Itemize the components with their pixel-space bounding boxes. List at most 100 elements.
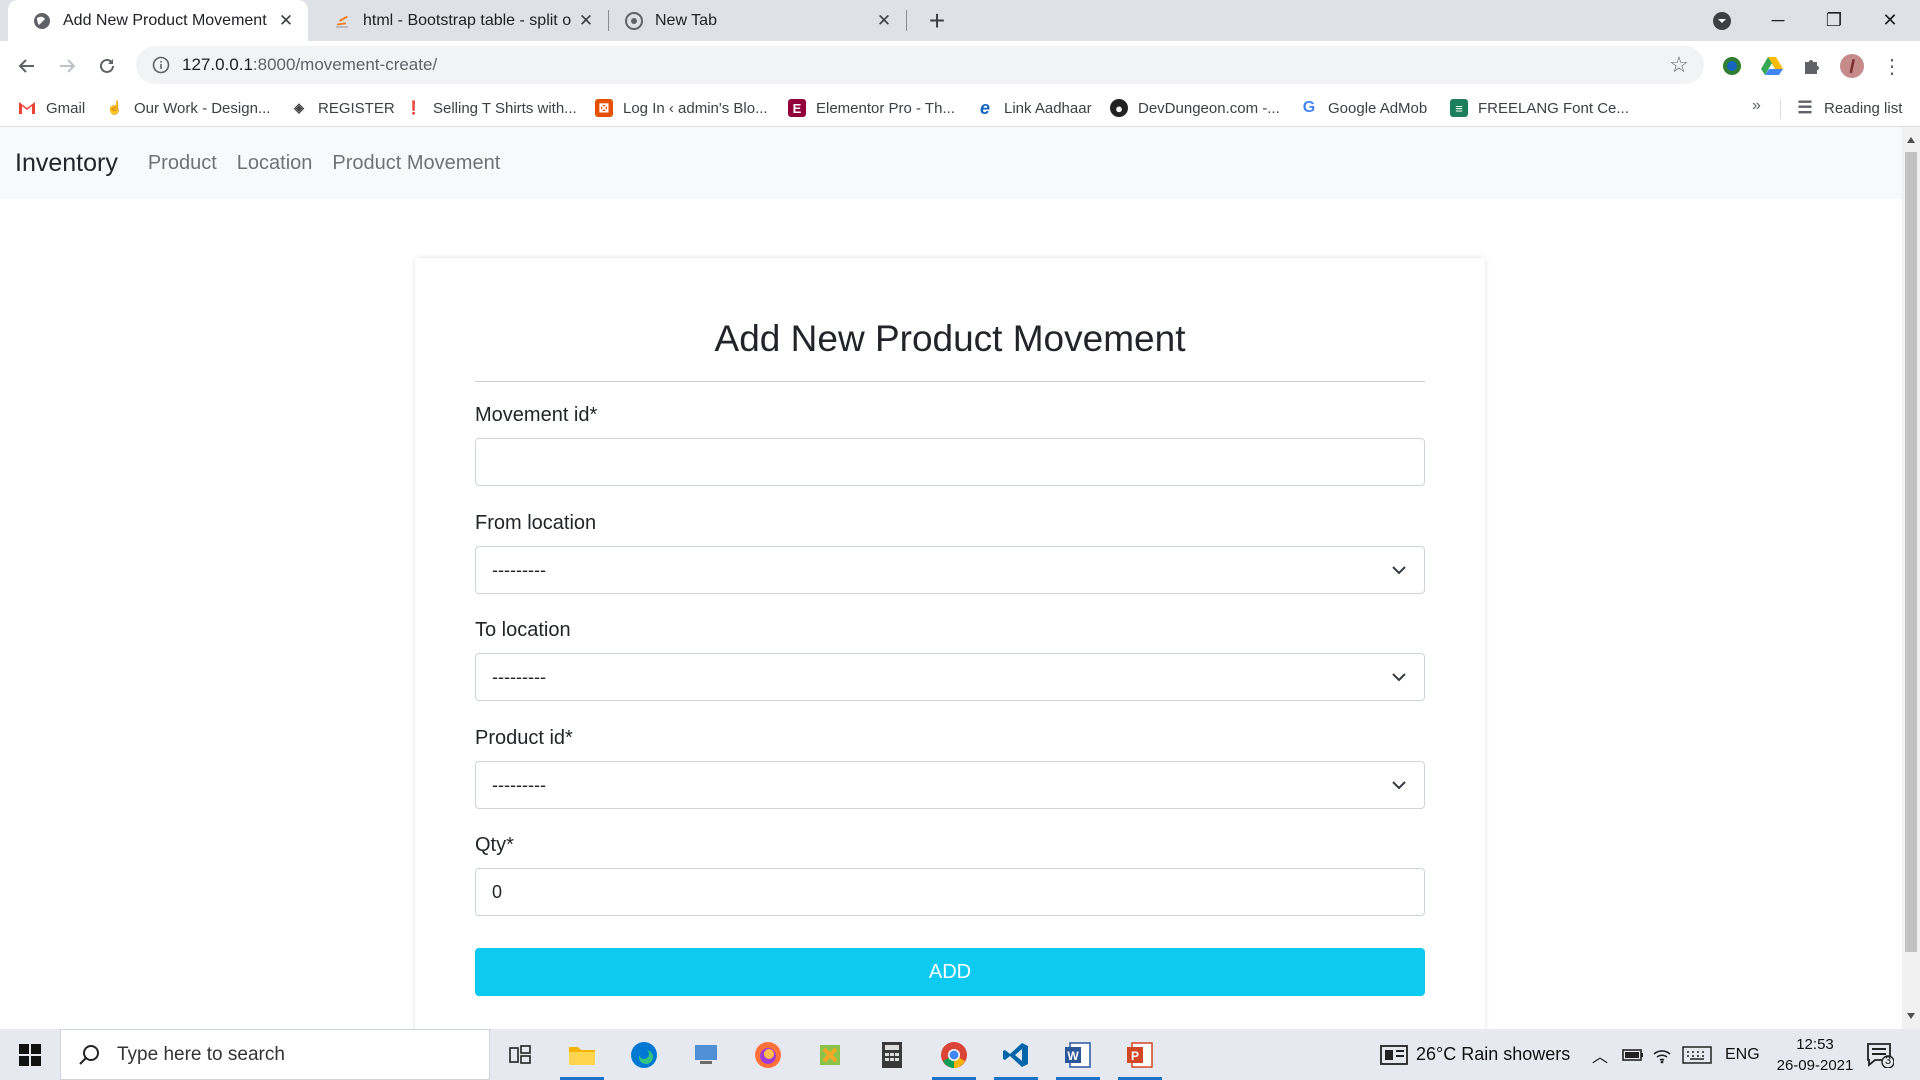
- more-bookmarks-button[interactable]: »: [1752, 97, 1761, 115]
- tab-bootstrap-table[interactable]: html - Bootstrap table - split one ✕: [308, 0, 608, 41]
- chrome-menu-icon[interactable]: ⋮: [1879, 53, 1905, 79]
- scroll-up-arrow[interactable]: [1907, 137, 1915, 143]
- minimize-button[interactable]: ─: [1750, 0, 1806, 41]
- search-placeholder: Type here to search: [117, 1043, 285, 1065]
- page-scrollbar[interactable]: [1902, 127, 1920, 1029]
- weather-widget[interactable]: 26°C Rain showers: [1380, 1029, 1570, 1080]
- globe-icon: [32, 11, 51, 30]
- bookmark-elementor[interactable]: E Elementor Pro - Th...: [788, 95, 955, 121]
- keyboard-icon[interactable]: [1682, 1029, 1712, 1080]
- close-tab-icon[interactable]: ✕: [572, 7, 600, 35]
- from-location-select[interactable]: ---------: [475, 546, 1425, 594]
- tab-separator: [906, 10, 907, 31]
- qty-input[interactable]: 0: [475, 868, 1425, 916]
- bookmark-gmail[interactable]: Gmail: [18, 95, 85, 121]
- hand-icon: ☝: [106, 100, 124, 115]
- scrollbar-thumb[interactable]: [1905, 152, 1917, 952]
- cross-app-icon[interactable]: [802, 1029, 858, 1080]
- language-indicator[interactable]: ENG: [1725, 1029, 1760, 1080]
- bookmark-label: Gmail: [46, 99, 86, 117]
- stackoverflow-icon: [332, 11, 351, 30]
- bookmarks-bar: Gmail ☝ Our Work - Design... ◈ REGISTER …: [0, 89, 1920, 127]
- powerpoint-icon[interactable]: P: [1112, 1029, 1168, 1080]
- back-button[interactable]: [10, 49, 44, 83]
- bookmark-devdungeon[interactable]: ● DevDungeon.com -...: [1110, 95, 1280, 121]
- movement-id-label: Movement id*: [475, 404, 598, 426]
- qty-label: Qty*: [475, 834, 514, 856]
- bookmark-link-aadhaar[interactable]: e Link Aadhaar: [976, 95, 1092, 121]
- profile-avatar[interactable]: [1839, 53, 1865, 79]
- from-location-value: ---------: [492, 559, 546, 580]
- product-id-label: Product id*: [475, 727, 573, 749]
- new-tab-button[interactable]: +: [920, 4, 954, 38]
- firefox-icon[interactable]: [740, 1029, 796, 1080]
- vscode-icon[interactable]: [988, 1029, 1044, 1080]
- close-tab-icon[interactable]: ✕: [870, 7, 898, 35]
- news-icon: [1380, 1044, 1408, 1065]
- from-location-label: From location: [475, 512, 597, 534]
- search-icon: [79, 1044, 99, 1065]
- extensions-puzzle-icon[interactable]: [1799, 53, 1825, 79]
- bookmark-label: FREELANG Font Ce...: [1478, 99, 1629, 117]
- tab-new-tab[interactable]: New Tab ✕: [600, 0, 906, 41]
- scroll-down-arrow[interactable]: [1907, 1013, 1915, 1019]
- calculator-icon[interactable]: [864, 1029, 920, 1080]
- chrome-taskbar-icon[interactable]: [926, 1029, 982, 1080]
- file-explorer-icon[interactable]: [554, 1029, 610, 1080]
- google-drive-icon[interactable]: [1759, 53, 1785, 79]
- desktop-app-icon[interactable]: [678, 1029, 734, 1080]
- battery-icon[interactable]: [1622, 1029, 1644, 1080]
- edge-icon[interactable]: [616, 1029, 672, 1080]
- address-bar[interactable]: 127.0.0.1:8000/movement-create/ ☆: [136, 46, 1704, 84]
- show-hidden-icons-chevron[interactable]: ︿: [1592, 1029, 1608, 1080]
- notifications-icon[interactable]: 3: [1866, 1029, 1894, 1080]
- add-button[interactable]: ADD: [475, 948, 1425, 996]
- nav-link-product-movement[interactable]: Product Movement: [332, 152, 500, 175]
- tab-title: html - Bootstrap table - split one: [363, 11, 572, 29]
- bookmark-selling-tshirts[interactable]: ❗ Selling T Shirts with...: [405, 95, 577, 121]
- nav-link-product[interactable]: Product: [148, 152, 217, 175]
- tab-title: New Tab: [655, 11, 717, 29]
- extension-globe-icon[interactable]: [1719, 53, 1745, 79]
- chevron-down-icon: [1392, 781, 1406, 790]
- tab-title: Add New Product Movement: [63, 11, 267, 29]
- tab-add-new-product-movement[interactable]: Add New Product Movement ✕: [8, 0, 308, 41]
- task-view-icon[interactable]: [492, 1029, 548, 1080]
- register-icon: ◈: [294, 100, 304, 115]
- bookmark-google-admob[interactable]: G Google AdMob: [1300, 95, 1427, 121]
- reload-button[interactable]: [90, 49, 124, 83]
- to-location-select[interactable]: ---------: [475, 653, 1425, 701]
- url-text: 127.0.0.1:8000/movement-create/: [182, 55, 437, 75]
- bookmark-our-work[interactable]: ☝ Our Work - Design...: [106, 95, 271, 121]
- tab-search-button[interactable]: [1694, 0, 1750, 41]
- close-window-button[interactable]: ✕: [1862, 0, 1918, 41]
- bookmark-register[interactable]: ◈ REGISTER: [290, 95, 395, 121]
- close-tab-icon[interactable]: ✕: [272, 7, 300, 35]
- bookmark-freelang[interactable]: ≡ FREELANG Font Ce...: [1450, 95, 1629, 121]
- restore-button[interactable]: ❐: [1806, 0, 1862, 41]
- site-info-icon[interactable]: [142, 46, 180, 84]
- wifi-icon[interactable]: [1652, 1029, 1672, 1080]
- browser-toolbar: 127.0.0.1:8000/movement-create/ ☆ ⋮: [0, 41, 1920, 89]
- windows-start-icon[interactable]: [0, 1029, 60, 1080]
- movement-id-input[interactable]: [475, 438, 1425, 486]
- taskbar-search-box[interactable]: Type here to search: [60, 1029, 490, 1080]
- navbar-brand[interactable]: Inventory: [15, 149, 118, 178]
- reading-list-icon: ☰: [1797, 98, 1813, 117]
- movement-form-card: Add New Product Movement Movement id* Fr…: [415, 258, 1485, 1029]
- bookmark-blog-login[interactable]: ⊠ Log In ‹ admin's Blo...: [595, 95, 768, 121]
- url-host: 127.0.0.1: [182, 55, 253, 74]
- clock-time: 12:53: [1796, 1036, 1834, 1053]
- forward-button[interactable]: [50, 49, 84, 83]
- word-icon[interactable]: W: [1050, 1029, 1106, 1080]
- bookmark-star-icon[interactable]: ☆: [1664, 50, 1694, 80]
- taskbar-clock[interactable]: 12:53 26-09-2021: [1770, 1034, 1860, 1076]
- product-id-select[interactable]: ---------: [475, 761, 1425, 809]
- google-icon: G: [1302, 99, 1316, 116]
- reading-list-button[interactable]: ☰ Reading list: [1796, 95, 1902, 121]
- nav-link-location[interactable]: Location: [237, 152, 313, 175]
- page-viewport: Inventory Product Location Product Movem…: [0, 127, 1902, 1029]
- github-icon: ●: [1110, 99, 1128, 117]
- chevron-down-icon: [1392, 673, 1406, 682]
- to-location-label: To location: [475, 619, 571, 641]
